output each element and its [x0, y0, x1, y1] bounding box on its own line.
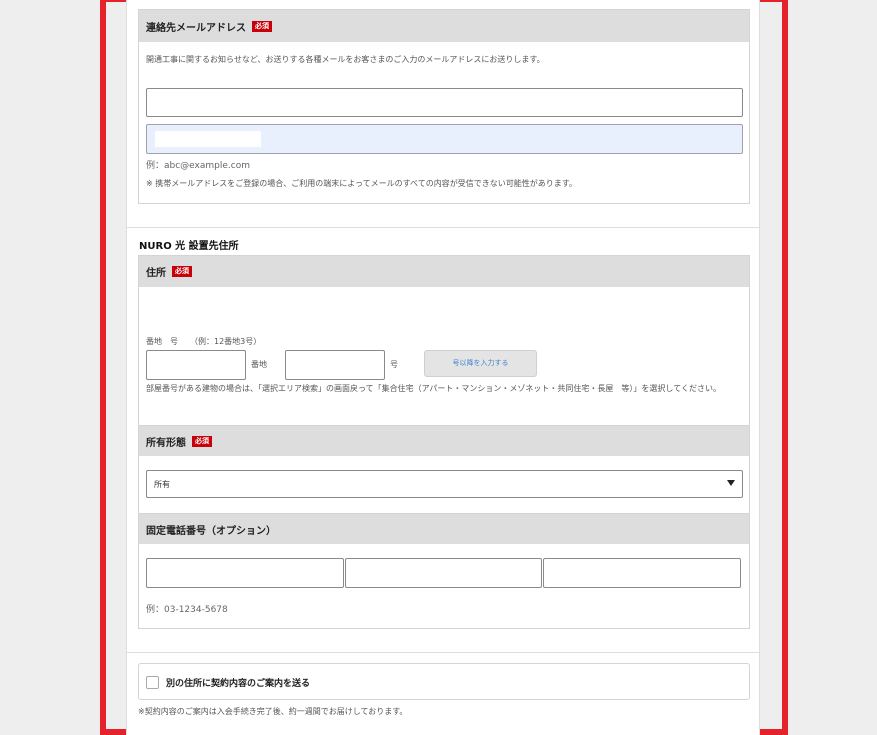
address-note: 部屋番号がある建物の場合は、「選択エリア検索」の画面戻って「集合住宅（アパート・…	[146, 384, 721, 393]
email-note: ※ 携帯メールアドレスをご登録の場合、ご利用の端末によってメールのすべての内容が…	[146, 179, 577, 188]
contract-checkbox-row[interactable]: 別の住所に契約内容のご案内を送る	[138, 663, 750, 700]
address-title: 住所	[146, 268, 166, 279]
contract-note: ※契約内容のご案内は入会手続き完了後、約一週間でお届けしております。	[138, 707, 408, 716]
ownership-selected: 所有	[154, 480, 170, 489]
go-input[interactable]	[285, 350, 385, 380]
phone-input-3[interactable]	[543, 558, 741, 588]
ownership-title: 所有形態	[146, 437, 186, 449]
phone-input-1[interactable]	[146, 558, 344, 588]
phone-header: 固定電話番号（オプション）	[139, 513, 749, 544]
contract-checkbox-label: 別の住所に契約内容のご案内を送る	[166, 679, 311, 689]
section-divider	[127, 227, 759, 228]
address-section-title: NURO 光 設置先住所	[139, 241, 239, 252]
address-header: 住所 必須	[139, 256, 749, 287]
go-after-button[interactable]: 号以降を入力する	[424, 350, 537, 377]
go-suffix: 号	[390, 360, 398, 369]
banchi-suffix: 番地	[251, 360, 267, 369]
phone-example: 例：03-1234-5678	[146, 605, 228, 615]
email-title: 連絡先メールアドレス	[146, 22, 246, 34]
section-divider	[127, 652, 759, 653]
chevron-down-icon	[727, 480, 735, 486]
email-section: 連絡先メールアドレス 必須 開通工事に関するお知らせなど、お送りする各種メールを…	[138, 9, 750, 204]
banchi-label: 番地 号 （例：12番地3号）	[146, 337, 262, 346]
email-section-header: 連絡先メールアドレス 必須	[139, 10, 749, 42]
phone-input-2[interactable]	[345, 558, 542, 588]
required-badge: 必須	[192, 435, 212, 447]
email-confirm-input[interactable]	[146, 124, 743, 154]
required-badge: 必須	[252, 20, 272, 32]
address-section: 住所 必須 番地 号 （例：12番地3号） 番地 号 号以降を入力する 部屋番号…	[138, 255, 750, 629]
contract-checkbox[interactable]	[146, 676, 159, 689]
banchi-input[interactable]	[146, 350, 246, 380]
email-input[interactable]	[146, 88, 743, 117]
email-example: 例：abc@example.com	[146, 161, 250, 171]
required-badge: 必須	[172, 266, 192, 277]
email-description: 開通工事に関するお知らせなど、お送りする各種メールをお客さまのご入力のメールアド…	[146, 55, 545, 64]
email-confirm-autofill	[155, 131, 261, 147]
phone-title: 固定電話番号（オプション）	[146, 525, 276, 537]
ownership-header: 所有形態 必須	[139, 425, 749, 456]
form-card: 連絡先メールアドレス 必須 開通工事に関するお知らせなど、お送りする各種メールを…	[126, 0, 760, 735]
ownership-select[interactable]: 所有	[146, 470, 743, 498]
